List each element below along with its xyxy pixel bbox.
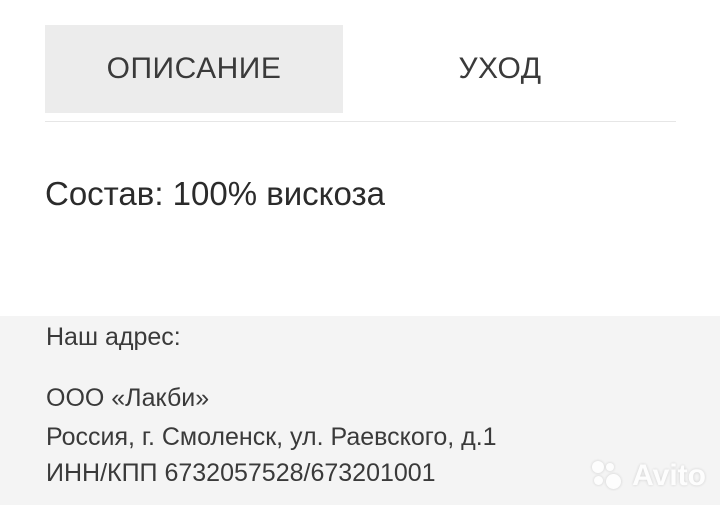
tab-care[interactable]: УХОД <box>343 25 657 113</box>
tab-description-label: ОПИСАНИЕ <box>106 52 282 85</box>
tab-divider <box>45 121 676 122</box>
address-company: ООО «Лакби» <box>46 384 210 412</box>
address-street: Россия, г. Смоленск, ул. Раевского, д.1 <box>46 423 497 451</box>
tab-care-label: УХОД <box>458 52 542 85</box>
tab-description[interactable]: ОПИСАНИЕ <box>45 25 343 113</box>
avito-watermark: Avito <box>592 459 706 493</box>
address-title: Наш адрес: <box>46 323 181 351</box>
product-details-panel: ОПИСАНИЕ УХОД Состав: 100% вискоза <box>0 0 720 316</box>
avito-watermark-text: Avito <box>632 459 706 492</box>
avito-dots-icon <box>592 461 626 491</box>
composition-text: Состав: 100% вискоза <box>45 175 385 212</box>
address-inn: ИНН/КПП 6732057528/673201001 <box>46 459 436 487</box>
